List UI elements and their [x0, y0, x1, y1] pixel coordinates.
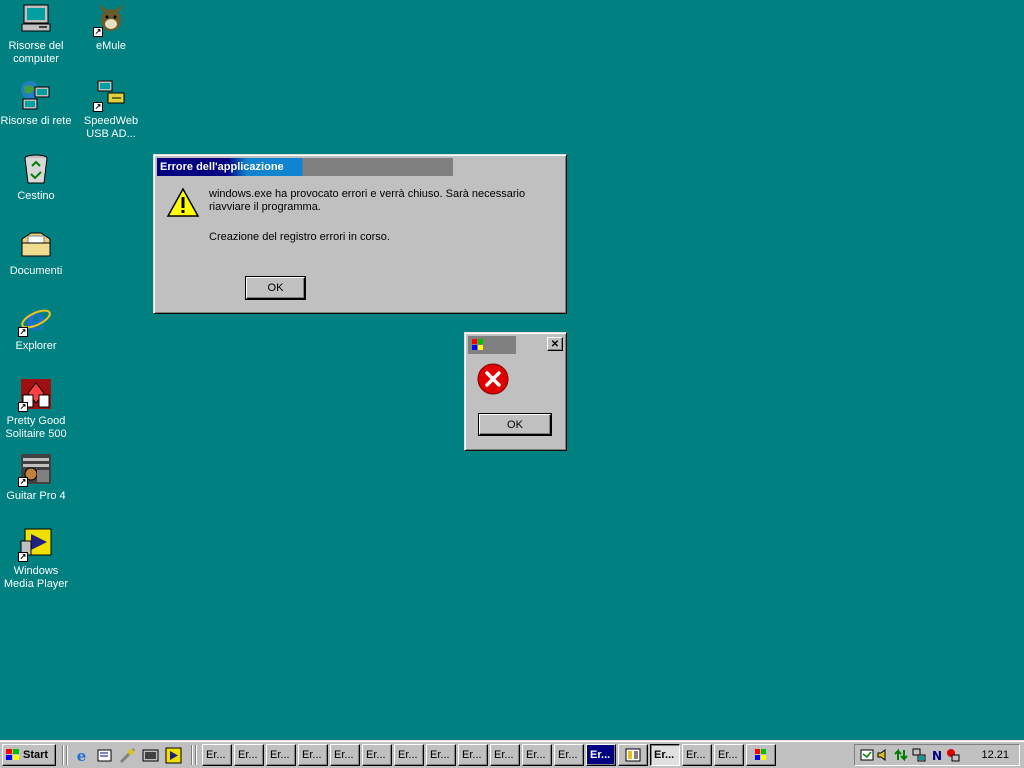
taskbar-window-button[interactable]: Er... — [490, 744, 520, 766]
modem-icon: ↗ — [93, 77, 128, 112]
shortcut-arrow-icon: ↗ — [18, 402, 28, 412]
message-line: riavviare il programma. — [209, 201, 321, 213]
media-player-icon: ↗ — [18, 527, 53, 562]
application-icon — [625, 747, 641, 763]
dialog-title: Errore dell'applicazione — [160, 161, 284, 173]
desktop-icon-documents[interactable]: Documenti — [0, 227, 74, 278]
taskbar-window-button[interactable]: Er... — [426, 744, 456, 766]
tray-antivirus-icon[interactable]: N — [930, 748, 944, 763]
quicklaunch-explorer-icon[interactable]: e — [73, 747, 90, 765]
quicklaunch-desktop-icon[interactable] — [142, 747, 159, 764]
folder-icon — [19, 227, 53, 261]
taskbar-window-button[interactable]: Er... — [330, 744, 360, 766]
desktop-icon-media-player[interactable]: ↗ Windows Media Player — [0, 527, 74, 591]
desktop-icon-label: SpeedWeb USB AD... — [83, 115, 139, 140]
taskbar-window-button[interactable]: Er... — [234, 744, 264, 766]
taskbar-window-button[interactable]: Er... — [522, 744, 552, 766]
dialog-title-bar[interactable]: Errore dell'applicazione — [157, 158, 453, 176]
tray-network-icon[interactable] — [912, 748, 926, 762]
tray-connection-icon[interactable] — [946, 748, 960, 762]
clock[interactable]: 12.21 — [981, 749, 1009, 761]
taskbar-separator — [66, 745, 68, 765]
taskbar-window-button[interactable]: Er... — [554, 744, 584, 766]
taskbar-window-button[interactable]: Er... — [714, 744, 744, 766]
shortcut-arrow-icon: ↗ — [18, 327, 28, 337]
desktop-icon-label: Windows Media Player — [3, 565, 69, 590]
taskbar-window-button[interactable]: Er... — [202, 744, 232, 766]
taskbar: Start e Er... Er... Er... Er... Er... Er… — [0, 740, 1024, 768]
desktop-icon-label: Risorse di rete — [0, 115, 72, 127]
tray-transfer-icon[interactable] — [894, 748, 908, 762]
desktop-icon-explorer[interactable]: e ↗ Explorer — [0, 302, 74, 353]
taskbar-separator — [62, 745, 64, 765]
svg-text:e: e — [77, 747, 87, 764]
emule-icon: ↗ — [93, 2, 128, 37]
taskbar-separator — [195, 745, 197, 765]
shortcut-arrow-icon: ↗ — [18, 477, 28, 487]
shortcut-arrow-icon: ↗ — [93, 102, 103, 112]
desktop-icon-recycle-bin[interactable]: Cestino — [0, 152, 74, 203]
computer-icon — [19, 2, 53, 36]
log-message: Creazione del registro errori in corso. — [209, 231, 390, 243]
shortcut-arrow-icon: ↗ — [18, 552, 28, 562]
close-icon: ✕ — [550, 338, 560, 350]
desktop-icon-network[interactable]: Risorse di rete — [0, 77, 74, 128]
windows-logo-icon — [5, 747, 21, 763]
quicklaunch-outlook-icon[interactable] — [96, 747, 113, 764]
recycle-bin-icon — [19, 152, 53, 186]
desktop-icon-guitar-pro[interactable]: ↗ Guitar Pro 4 — [0, 452, 74, 503]
desktop-icon-speedweb[interactable]: ↗ SpeedWeb USB AD... — [73, 77, 149, 141]
network-icon — [19, 77, 53, 111]
taskbar-window-button-active[interactable]: Er... — [586, 744, 616, 766]
tray-scheduler-icon[interactable] — [860, 748, 874, 762]
desktop-icon-label: Explorer — [15, 340, 57, 352]
solitaire-icon: ↗ — [18, 377, 53, 412]
quicklaunch-channels-icon[interactable] — [119, 747, 136, 764]
start-button[interactable]: Start — [2, 744, 56, 766]
shortcut-arrow-icon: ↗ — [93, 27, 103, 37]
warning-icon — [166, 187, 200, 219]
dialog-title-bar[interactable] — [468, 336, 516, 354]
small-error-dialog: ✕ OK — [464, 332, 567, 451]
dialog-message: windows.exe ha provocato errori e verrà … — [209, 188, 559, 244]
system-tray: N 12.21 — [854, 744, 1020, 766]
taskbar-window-button[interactable]: Er... — [362, 744, 392, 766]
close-button[interactable]: ✕ — [547, 337, 563, 351]
tray-volume-icon[interactable] — [876, 748, 890, 762]
taskbar-window-button-focused[interactable]: Er... — [650, 744, 680, 766]
taskbar-window-button-icon-only[interactable] — [746, 744, 776, 766]
taskbar-window-button[interactable]: Er... — [298, 744, 328, 766]
taskbar-window-button[interactable]: Er... — [394, 744, 424, 766]
guitar-pro-icon: ↗ — [18, 452, 53, 487]
desktop-icon-my-computer[interactable]: Risorse del computer — [0, 2, 74, 66]
windows-logo-icon — [754, 748, 768, 762]
desktop-icon-solitaire[interactable]: ↗ Pretty Good Solitaire 500 — [0, 377, 74, 441]
desktop-icon-label: Cestino — [17, 190, 55, 202]
svg-text:e: e — [26, 303, 45, 336]
application-error-dialog: Errore dell'applicazione windows.exe ha … — [153, 154, 567, 314]
internet-explorer-icon: e ↗ — [18, 302, 53, 338]
taskbar-window-button-icon-only[interactable] — [618, 744, 648, 766]
error-icon — [477, 363, 509, 395]
svg-text:N: N — [932, 749, 942, 762]
desktop-icon-label: Documenti — [9, 265, 63, 277]
taskbar-window-button[interactable]: Er... — [682, 744, 712, 766]
desktop-icon-label: Guitar Pro 4 — [6, 490, 66, 502]
quicklaunch-media-player-icon[interactable] — [165, 747, 182, 764]
message-line: windows.exe ha provocato errori e verrà … — [209, 188, 526, 200]
ok-button[interactable]: OK — [478, 413, 552, 436]
windows-logo-icon — [471, 338, 485, 352]
desktop-icon-label: Risorse del computer — [8, 40, 64, 65]
taskbar-window-button[interactable]: Er... — [266, 744, 296, 766]
desktop-icon-label: eMule — [96, 40, 126, 52]
taskbar-separator — [191, 745, 193, 765]
desktop-icon-label: Pretty Good Solitaire 500 — [5, 415, 67, 440]
ok-button[interactable]: OK — [245, 276, 306, 300]
taskbar-window-button[interactable]: Er... — [458, 744, 488, 766]
desktop-icon-emule[interactable]: ↗ eMule — [73, 2, 149, 53]
start-label: Start — [23, 749, 49, 761]
